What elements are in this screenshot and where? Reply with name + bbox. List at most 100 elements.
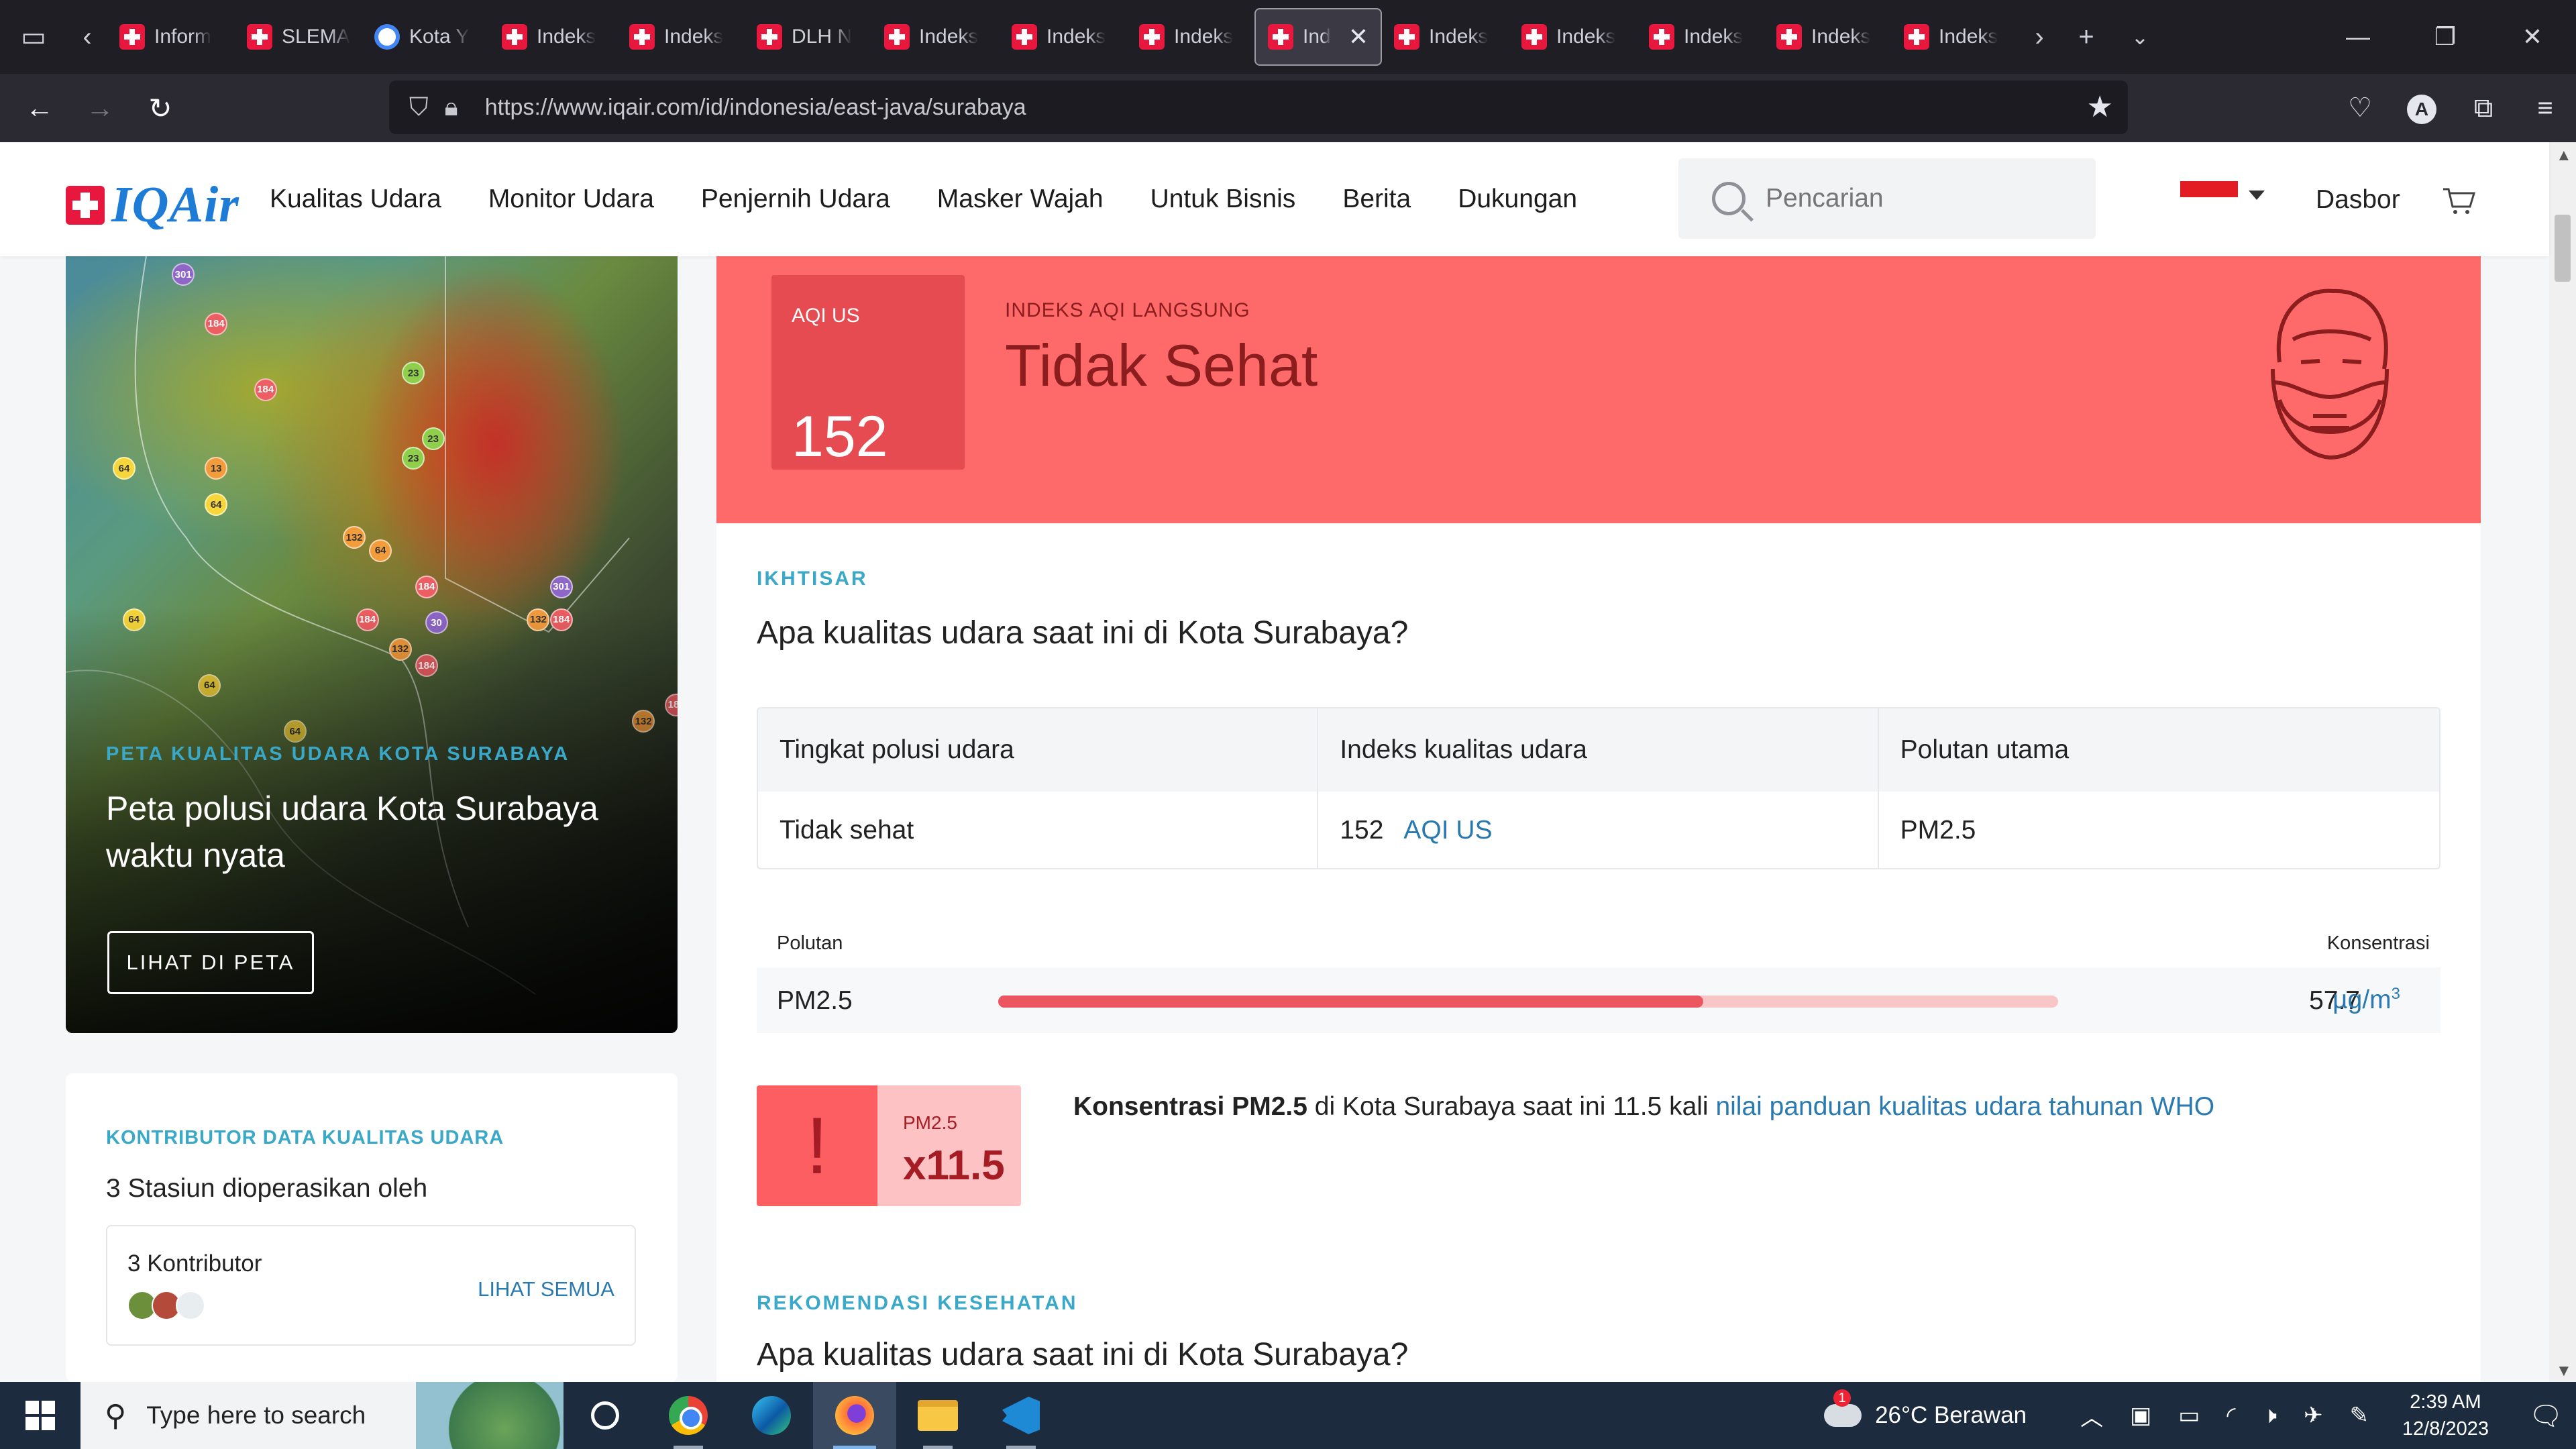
site-search[interactable] (1678, 158, 2096, 239)
browser-tab[interactable]: DLH N (745, 8, 872, 66)
battery-icon[interactable]: ▭ (2178, 1402, 2200, 1429)
cart-icon[interactable] (2442, 186, 2477, 216)
page-scrollbar[interactable]: ▲ ▼ (2549, 142, 2576, 1382)
browser-tab[interactable]: Inform (107, 8, 235, 66)
map-kicker: PETA KUALITAS UDARA KOTA SURABAYA (106, 743, 570, 765)
concentration-unit[interactable]: µg/m3 (2332, 985, 2400, 1015)
who-comparison-text: Konsentrasi PM2.5 di Kota Surabaya saat … (1073, 1092, 2214, 1122)
browser-tab[interactable]: Indeks (1637, 8, 1764, 66)
chrome-icon[interactable] (647, 1382, 730, 1449)
scroll-up-icon[interactable]: ▲ (2556, 146, 2572, 165)
windows-start-icon[interactable] (0, 1382, 80, 1449)
who-guideline-link[interactable]: nilai panduan kualitas udara tahunan WHO (1715, 1092, 2214, 1121)
new-tab-icon[interactable]: + (2059, 22, 2113, 52)
weather-widget[interactable]: 1 26°C Berawan (1824, 1389, 2027, 1429)
health-question: Apa kualitas udara saat ini di Kota Sura… (757, 1337, 1409, 1373)
browser-tab[interactable]: Indeks (1382, 8, 1509, 66)
browser-tab[interactable]: Indeks (1764, 8, 1892, 66)
tab-title: Indeks (919, 25, 979, 48)
extensions-icon[interactable]: ⧉ (2453, 93, 2514, 123)
notification-icon[interactable]: 🗨︎ (2516, 1400, 2576, 1432)
reload-icon[interactable]: ↻ (130, 92, 191, 125)
meet-now-icon[interactable]: ▣ (2130, 1402, 2151, 1429)
taskbar-search-placeholder[interactable]: Type here to search (146, 1401, 366, 1430)
browser-tab[interactable]: Indeks (1892, 8, 2019, 66)
menu-item[interactable]: Untuk Bisnis (1150, 184, 1296, 214)
forward-icon[interactable]: → (70, 92, 130, 124)
menu-item[interactable]: Dukungan (1458, 184, 1577, 214)
close-tab-icon[interactable]: ✕ (1348, 23, 1368, 51)
menu-item[interactable]: Penjernih Udara (701, 184, 890, 214)
account-icon[interactable]: A (2391, 92, 2453, 124)
map-card[interactable]: 3011841846413646464132232323641841323018… (66, 256, 678, 1033)
task-view-icon[interactable] (564, 1382, 647, 1449)
browser-tab[interactable]: Indeks (1000, 8, 1127, 66)
chevron-up-icon[interactable]: ︿ (2080, 1399, 2103, 1432)
caret-down-icon[interactable] (2249, 191, 2265, 200)
tab-scroll-left-icon[interactable]: ‹ (67, 22, 107, 52)
tab-title: Indeks (1684, 25, 1743, 48)
menu-icon[interactable]: ≡ (2514, 93, 2576, 123)
tab-scroll-right-icon[interactable]: › (2019, 22, 2059, 52)
edge-icon[interactable] (730, 1382, 813, 1449)
summary-table: Tingkat polusi udara Indeks kualitas uda… (757, 707, 2440, 869)
browser-tab[interactable]: Indeks (490, 8, 617, 66)
vscode-icon[interactable] (979, 1382, 1063, 1449)
browser-tab[interactable]: Ind ✕ (1254, 8, 1382, 66)
browser-tab[interactable]: Indeks (1509, 8, 1637, 66)
tab-list-icon[interactable]: ▭ (0, 21, 67, 52)
clock[interactable]: 2:39 AM 12/8/2023 (2402, 1389, 2489, 1442)
iqair-favicon-icon (757, 24, 782, 50)
indonesia-flag-icon[interactable] (2180, 181, 2238, 213)
browser-tab[interactable]: Indeks (617, 8, 745, 66)
url-text[interactable]: https://www.iqair.com/id/indonesia/east-… (485, 95, 1026, 121)
restore-icon[interactable]: ❐ (2402, 0, 2489, 74)
volume-icon[interactable]: 🕨︎ (2263, 1403, 2277, 1429)
scroll-thumb[interactable] (2555, 215, 2571, 282)
scroll-down-icon[interactable]: ▼ (2556, 1362, 2572, 1381)
browser-tab[interactable]: Indeks (1127, 8, 1254, 66)
health-kicker: REKOMENDASI KESEHATAN (757, 1292, 1078, 1314)
minimize-icon[interactable]: — (2314, 0, 2402, 74)
menu-item[interactable]: Monitor Udara (488, 184, 654, 214)
search-input[interactable] (1766, 184, 2088, 213)
main-pollutant-cell: PM2.5 (1900, 816, 1976, 845)
aqi-value: 152 (792, 405, 888, 469)
back-icon[interactable]: ← (9, 92, 70, 124)
iqair-logo[interactable]: IQAir (66, 176, 239, 234)
close-window-icon[interactable]: ✕ (2489, 0, 2576, 74)
tab-overflow-chevron-icon[interactable]: ⌄ (2113, 24, 2167, 50)
view-all-link[interactable]: LIHAT SEMUA (478, 1277, 614, 1301)
menu-item[interactable]: Berita (1342, 184, 1411, 214)
pocket-icon[interactable]: ♡ (2329, 93, 2391, 123)
dashboard-link[interactable]: Dasbor (2316, 185, 2400, 215)
menu-item[interactable]: Masker Wajah (937, 184, 1104, 214)
file-explorer-icon[interactable] (896, 1382, 979, 1449)
table-header-cell: Polutan utama (1900, 735, 2070, 764)
iqair-favicon-icon (1012, 24, 1037, 50)
firefox-icon[interactable] (813, 1382, 896, 1449)
multiplier-pollutant: PM2.5 (903, 1112, 957, 1133)
iqair-favicon-icon (1776, 24, 1802, 50)
tab-title: Indeks (1429, 25, 1489, 48)
pen-icon[interactable]: ✎ (2349, 1402, 2369, 1429)
browser-tab[interactable]: SLEMA (235, 8, 362, 66)
airplane-icon[interactable]: ✈︎ (2304, 1402, 2323, 1429)
avatar[interactable] (176, 1291, 205, 1320)
wifi-icon[interactable]: ◜ (2226, 1402, 2235, 1429)
view-on-map-button[interactable]: LIHAT DI PETA (107, 931, 314, 994)
aqi-us-link[interactable]: AQI US (1403, 816, 1492, 845)
taskbar-search[interactable]: ⚲ Type here to search (80, 1382, 564, 1449)
browser-tab[interactable]: Kota Y (362, 8, 490, 66)
lock-icon[interactable]: 🔒︎ (445, 93, 458, 122)
menu-item[interactable]: Kualitas Udara (270, 184, 441, 214)
bookmark-star-icon[interactable]: ★ (2087, 90, 2113, 124)
iqair-favicon-icon (119, 24, 145, 50)
contributor-avatars (127, 1291, 205, 1320)
address-bar[interactable]: ⛉ 🔒︎ https://www.iqair.com/id/indonesia/… (389, 80, 2128, 134)
aqi-banner: AQI US 152 INDEKS AQI LANGSUNG Tidak Seh… (716, 256, 2481, 523)
clock-time: 2:39 AM (2410, 1391, 2481, 1413)
browser-tab[interactable]: Indeks (872, 8, 1000, 66)
content-card: IKHTISAR Apa kualitas udara saat ini di … (716, 523, 2481, 1382)
shield-icon[interactable]: ⛉ (409, 93, 429, 122)
